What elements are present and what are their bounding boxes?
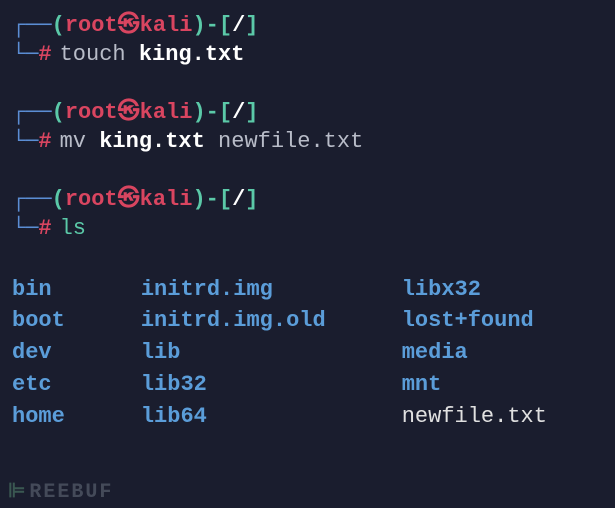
watermark: ⊫REEBUF: [8, 478, 113, 504]
prompt-host: kali: [140, 186, 193, 215]
paren-open: (: [52, 12, 65, 41]
command-arg: king.txt: [99, 128, 205, 157]
ls-entry: bin: [12, 274, 121, 306]
prompt-host: kali: [140, 99, 193, 128]
ls-column-3: libx32 lost+found media mnt newfile.txt: [402, 274, 603, 433]
ls-entry: lib32: [141, 369, 382, 401]
command-arg: king.txt: [139, 41, 245, 70]
prompt-path: /: [232, 12, 245, 41]
ls-output: bin boot dev etc home initrd.img initrd.…: [12, 274, 603, 433]
bracket-open: [: [219, 99, 232, 128]
paren-close: ): [192, 186, 205, 215]
ls-entry: lost+found: [402, 305, 603, 337]
paren-open: (: [52, 186, 65, 215]
skull-icon: ㉿: [118, 12, 140, 41]
paren-close: ): [192, 99, 205, 128]
box-corner-icon: ┌──: [12, 99, 52, 128]
dash: -: [206, 12, 219, 41]
bracket-close: ]: [245, 12, 258, 41]
prompt-host: kali: [140, 12, 193, 41]
ls-entry: etc: [12, 369, 121, 401]
ls-entry: mnt: [402, 369, 603, 401]
prompt-command-line[interactable]: └─# ls: [12, 215, 603, 244]
prompt-header: ┌──(root㉿kali)-[/]: [12, 99, 603, 128]
ls-entry: initrd.img.old: [141, 305, 382, 337]
box-corner-icon: └─: [12, 128, 38, 157]
bracket-close: ]: [245, 99, 258, 128]
ls-entry: lib64: [141, 401, 382, 433]
command-text: mv: [60, 128, 86, 157]
command-text: ls: [60, 215, 86, 244]
ls-entry: lib: [141, 337, 382, 369]
terminal-prompt-2: ┌──(root㉿kali)-[/] └─# mv king.txt newfil…: [12, 99, 603, 156]
ls-column-2: initrd.img initrd.img.old lib lib32 lib6…: [141, 274, 382, 433]
ls-entry: newfile.txt: [402, 401, 603, 433]
prompt-hash: #: [38, 41, 51, 70]
ls-entry: boot: [12, 305, 121, 337]
prompt-hash: #: [38, 215, 51, 244]
ls-column-1: bin boot dev etc home: [12, 274, 121, 433]
ls-entry: home: [12, 401, 121, 433]
prompt-path: /: [232, 99, 245, 128]
terminal-prompt-1: ┌──(root㉿kali)-[/] └─# touch king.txt: [12, 12, 603, 69]
prompt-command-line[interactable]: └─# mv king.txt newfile.txt: [12, 128, 603, 157]
prompt-command-line[interactable]: └─# touch king.txt: [12, 41, 603, 70]
box-corner-icon: └─: [12, 41, 38, 70]
bracket-open: [: [219, 186, 232, 215]
prompt-user: root: [65, 186, 118, 215]
prompt-hash: #: [38, 128, 51, 157]
skull-icon: ㉿: [118, 186, 140, 215]
ls-entry: libx32: [402, 274, 603, 306]
prompt-header: ┌──(root㉿kali)-[/]: [12, 12, 603, 41]
ls-entry: dev: [12, 337, 121, 369]
prompt-path: /: [232, 186, 245, 215]
watermark-icon: ⊫: [8, 481, 27, 504]
ls-entry: media: [402, 337, 603, 369]
prompt-user: root: [65, 99, 118, 128]
paren-close: ): [192, 12, 205, 41]
prompt-user: root: [65, 12, 118, 41]
box-corner-icon: ┌──: [12, 12, 52, 41]
dash: -: [206, 99, 219, 128]
terminal-prompt-3: ┌──(root㉿kali)-[/] └─# ls: [12, 186, 603, 243]
dash: -: [206, 186, 219, 215]
skull-icon: ㉿: [118, 99, 140, 128]
bracket-close: ]: [245, 186, 258, 215]
paren-open: (: [52, 99, 65, 128]
bracket-open: [: [219, 12, 232, 41]
box-corner-icon: ┌──: [12, 186, 52, 215]
ls-entry: initrd.img: [141, 274, 382, 306]
prompt-header: ┌──(root㉿kali)-[/]: [12, 186, 603, 215]
command-text: touch: [60, 41, 126, 70]
box-corner-icon: └─: [12, 215, 38, 244]
command-arg-plain: newfile.txt: [218, 128, 363, 157]
watermark-text: REEBUF: [29, 481, 113, 504]
